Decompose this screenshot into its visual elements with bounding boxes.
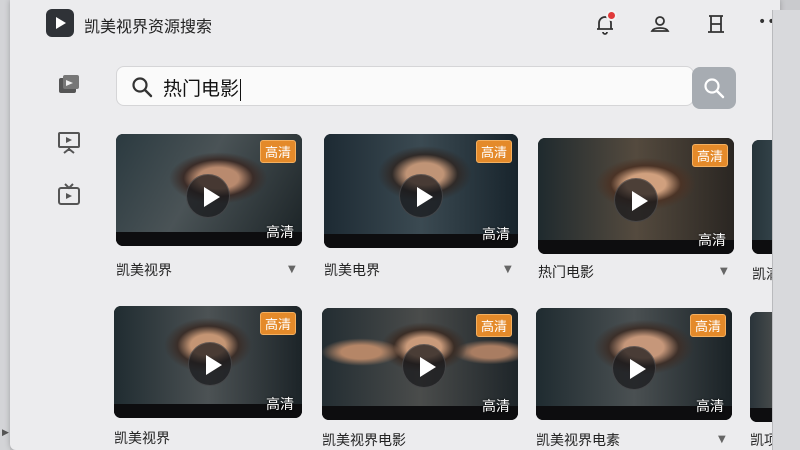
app-logo-icon — [46, 9, 74, 37]
play-icon[interactable] — [614, 178, 658, 222]
video-title[interactable]: 凯美视界电影 — [322, 430, 406, 450]
video-thumbnail[interactable]: 高清 高清 — [322, 308, 518, 420]
hd-label: 高清 — [482, 399, 510, 415]
search-query-text: 热门电影 — [163, 78, 242, 101]
app-title: 凯美视界资源搜索 — [84, 17, 213, 36]
hd-badge: 高清 — [691, 144, 728, 167]
search-icon — [132, 77, 153, 98]
hd-label: 高清 — [696, 399, 724, 415]
hd-label: 高清 — [266, 397, 294, 413]
chevron-down-icon[interactable]: ▼ — [504, 264, 512, 275]
hd-badge: 高清 — [259, 312, 296, 335]
tv-icon[interactable] — [56, 182, 82, 208]
video-title[interactable]: 凯美视界 — [116, 260, 172, 280]
adjacent-panel — [772, 10, 800, 450]
hd-label: 高清 — [266, 225, 294, 241]
notification-badge — [606, 10, 617, 21]
title-bar: 凯美视界资源搜索 ••• — [10, 0, 785, 46]
scroll-left-arrow-icon[interactable]: ▶ — [2, 428, 9, 438]
chevron-down-icon[interactable]: ▼ — [720, 266, 728, 277]
play-icon[interactable] — [612, 346, 656, 390]
video-title[interactable]: 凯美电界 — [324, 260, 380, 280]
search-input[interactable]: 热门电影 — [116, 66, 694, 106]
video-thumbnail[interactable]: 高清 高清 — [114, 306, 302, 418]
app-window: 凯美视界资源搜索 ••• 热门电影 — [10, 0, 800, 450]
play-icon[interactable] — [186, 174, 230, 218]
play-icon[interactable] — [402, 344, 446, 388]
presentation-icon[interactable] — [56, 130, 82, 156]
chevron-down-icon[interactable]: ▼ — [288, 264, 296, 275]
video-title[interactable]: 热门电影 — [538, 262, 594, 282]
video-thumbnail[interactable]: 高清 高清 — [116, 134, 302, 246]
hd-label: 高清 — [698, 233, 726, 249]
video-title[interactable]: 凯美视界电素 — [536, 430, 620, 450]
search-button[interactable] — [692, 67, 736, 109]
search-button-icon — [704, 78, 725, 99]
hd-badge: 高清 — [475, 314, 512, 337]
video-title[interactable]: 凯美视界 — [114, 428, 170, 448]
video-library-icon[interactable] — [56, 72, 82, 98]
hd-label: 高清 — [482, 227, 510, 243]
frame-icon[interactable] — [704, 12, 728, 36]
video-thumbnail[interactable]: 高清 高清 — [536, 308, 732, 420]
user-icon[interactable] — [648, 12, 672, 36]
video-thumbnail[interactable]: 高清 高清 — [538, 138, 734, 254]
hd-badge: 高清 — [259, 140, 296, 163]
video-thumbnail[interactable]: 高清 高清 — [324, 134, 518, 248]
hd-badge: 高清 — [475, 140, 512, 163]
left-window-edge: ▶ — [0, 0, 10, 450]
play-icon[interactable] — [399, 174, 443, 218]
hd-badge: 高清 — [689, 314, 726, 337]
chevron-down-icon[interactable]: ▼ — [718, 434, 726, 445]
play-icon[interactable] — [188, 342, 232, 386]
